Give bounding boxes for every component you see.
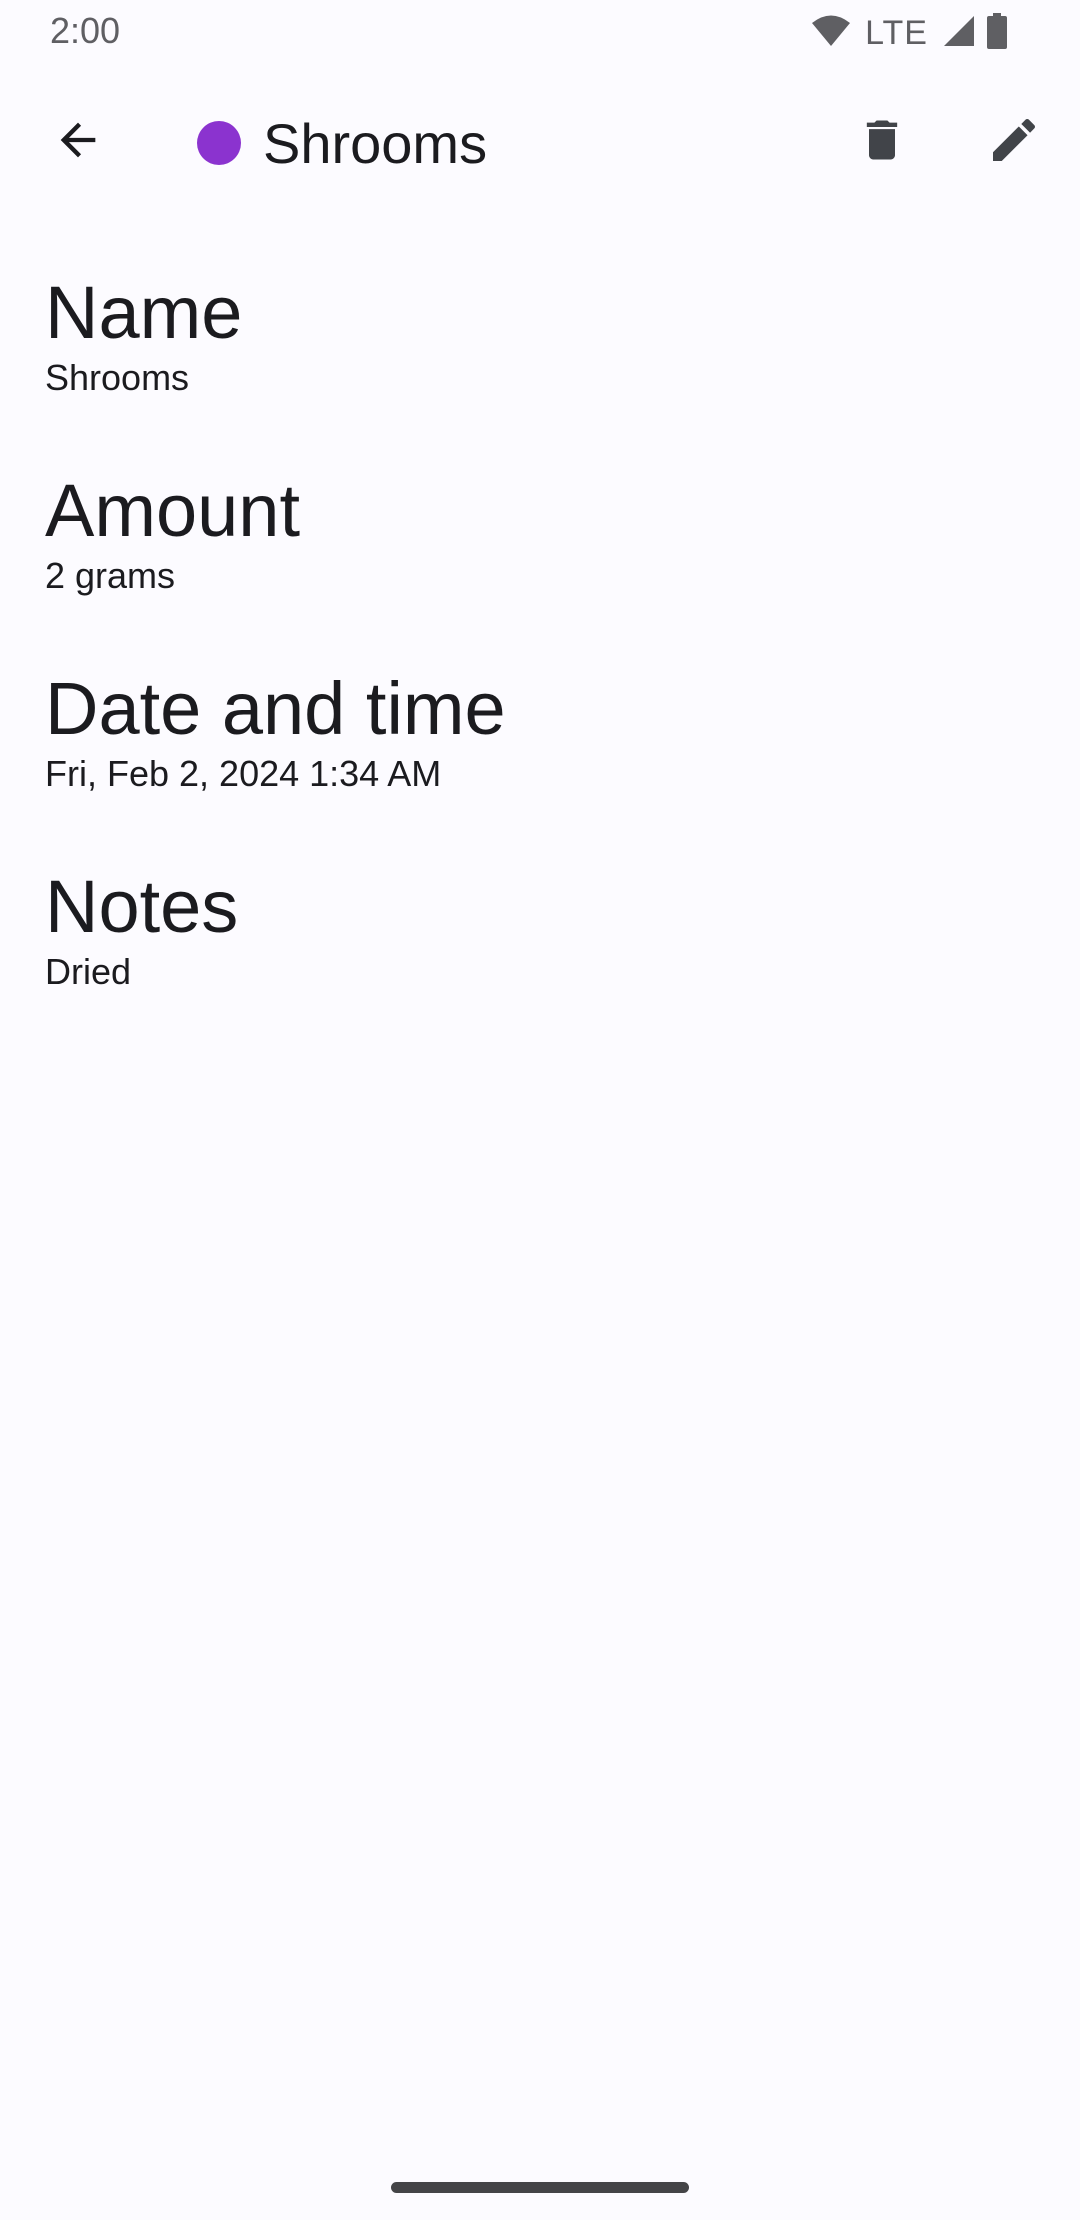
edit-icon (993, 118, 1036, 161)
home-indicator[interactable] (391, 2182, 689, 2193)
field-date-time: Date and time Fri, Feb 2, 2024 1:34 AM (45, 664, 1035, 862)
field-label: Name (45, 271, 243, 354)
field-value: Shrooms (45, 357, 190, 398)
detail-content: Name Shrooms Amount 2 grams Date and tim… (45, 268, 1035, 1060)
substance-color-dot (197, 121, 241, 165)
field-notes: Notes Dried (45, 862, 1035, 1060)
arrow-back-icon (60, 122, 96, 158)
field-amount: Amount 2 grams (45, 466, 1035, 664)
network-type-label: LTE (865, 13, 928, 52)
wifi-icon (811, 14, 851, 53)
field-value: Dried (45, 951, 132, 992)
app-bar: Shrooms (0, 84, 1080, 202)
edit-button[interactable] (966, 92, 1062, 188)
delete-button[interactable] (834, 92, 930, 188)
field-label: Notes (45, 865, 239, 948)
status-icons: LTE (811, 12, 1008, 54)
field-value: Fri, Feb 2, 2024 1:34 AM (45, 753, 442, 794)
field-value: 2 grams (45, 555, 176, 596)
battery-icon (986, 12, 1008, 54)
field-name: Name Shrooms (45, 268, 1035, 466)
page-title: Shrooms (263, 111, 488, 175)
field-label: Amount (45, 469, 301, 552)
status-time: 2:00 (50, 10, 121, 51)
cell-signal-icon (942, 14, 976, 53)
status-bar: 2:00 LTE (0, 0, 1080, 66)
back-button[interactable] (30, 92, 126, 188)
title-group: Shrooms (197, 84, 487, 202)
field-label: Date and time (45, 667, 506, 750)
delete-icon (866, 120, 898, 160)
